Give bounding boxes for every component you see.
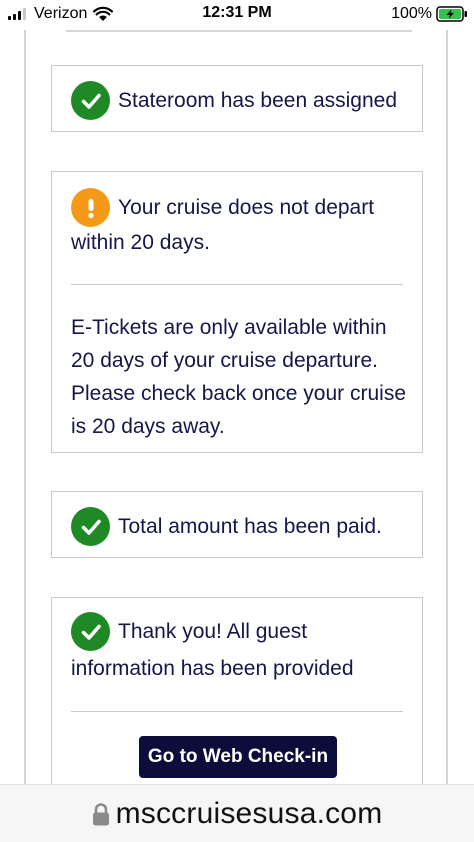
- check-circle-icon: [71, 612, 110, 651]
- stateroom-status-line: Stateroom has been assigned: [71, 81, 397, 120]
- payment-status-line: Total amount has been paid.: [71, 507, 382, 546]
- status-bar: Verizon 12:31 PM 100%: [0, 0, 474, 30]
- lock-icon: [92, 802, 109, 825]
- exclamation-circle-icon: [71, 188, 110, 227]
- departure-status-line: Your cruise does not depart: [71, 188, 374, 227]
- status-right: 100%: [391, 4, 468, 24]
- web-check-in-button[interactable]: Go to Web Check-in: [139, 736, 337, 778]
- guest-info-status-line: Thank you! All guest: [71, 612, 307, 651]
- top-divider: [66, 30, 412, 32]
- battery-percent: 100%: [391, 5, 432, 22]
- browser-address-bar[interactable]: msccruisesusa.com: [0, 784, 474, 842]
- guest-info-status-text-line2: information has been provided: [71, 657, 354, 680]
- check-circle-icon: [71, 81, 110, 120]
- guest-info-status-card: Thank you! All guest information has bee…: [51, 597, 423, 797]
- departure-status-text-line2: within 20 days.: [71, 231, 210, 254]
- departure-status-text-line1: Your cruise does not depart: [118, 195, 375, 219]
- card-divider: [71, 284, 403, 285]
- guest-info-status-text-line1: Thank you! All guest: [118, 619, 308, 643]
- eticket-availability-message: E-Tickets are only available within 20 d…: [71, 316, 407, 438]
- payment-status-text: Total amount has been paid.: [118, 514, 382, 538]
- card-divider: [71, 711, 403, 712]
- site-domain: msccruisesusa.com: [115, 796, 383, 830]
- check-circle-icon: [71, 507, 110, 546]
- departure-warning-card: Your cruise does not depart within 20 da…: [51, 171, 423, 453]
- stateroom-status-card: Stateroom has been assigned: [51, 65, 423, 132]
- stateroom-status-text: Stateroom has been assigned: [118, 88, 398, 112]
- battery-charging-icon: [436, 6, 467, 22]
- payment-status-card: Total amount has been paid.: [51, 491, 423, 558]
